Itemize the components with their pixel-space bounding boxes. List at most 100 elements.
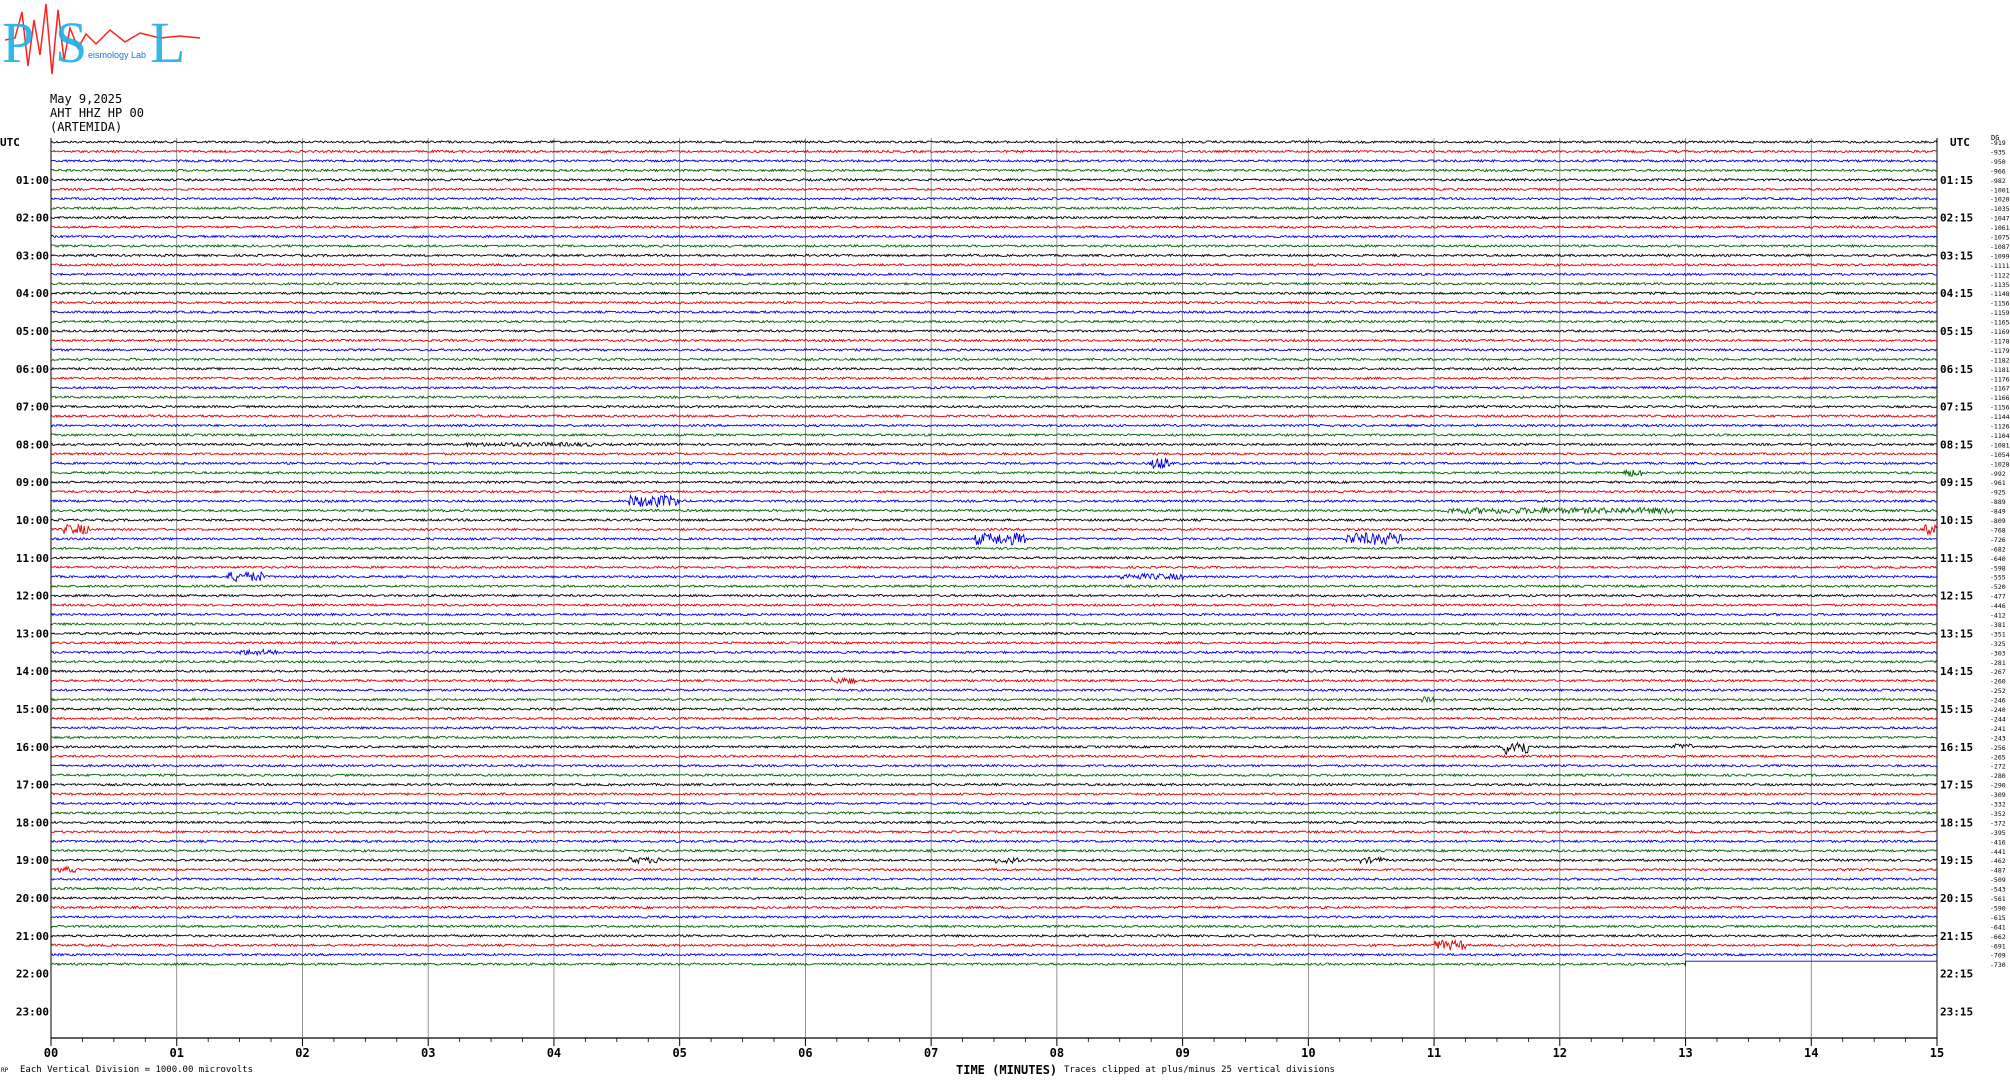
footer-clip-note: Traces clipped at plus/minus 25 vertical… <box>1064 1065 1335 1075</box>
seismic-trace <box>50 570 1938 583</box>
trace-offset-label: -809 <box>1990 517 2006 525</box>
trace-offset-label: -966 <box>1990 167 2006 175</box>
trace-offset-label: -265 <box>1990 753 2006 761</box>
seismic-trace <box>50 792 1938 797</box>
seismic-trace <box>50 688 1938 693</box>
seismic-trace <box>51 506 1938 515</box>
seismic-trace <box>50 309 1938 315</box>
trace-offset-label: -241 <box>1990 725 2006 733</box>
right-hour-label: 20:15 <box>1940 892 1973 905</box>
left-hour-label: 14:00 <box>16 665 49 678</box>
trace-offset-label: -520 <box>1990 583 2006 591</box>
seismic-trace <box>50 489 1938 494</box>
minute-tick-label: 15 <box>1930 1046 1944 1060</box>
trace-offset-label: -561 <box>1990 895 2006 903</box>
trace-offset-label: -272 <box>1990 763 2006 771</box>
seismic-trace <box>50 291 1938 296</box>
trace-offset-label: -509 <box>1990 876 2006 884</box>
trace-offset-label: -372 <box>1990 819 2006 827</box>
trace-offset-label: -1001 <box>1990 186 2010 194</box>
left-hour-label: 06:00 <box>16 363 49 376</box>
trace-offset-label: -462 <box>1990 857 2006 865</box>
trace-offset-label: -889 <box>1990 498 2006 506</box>
seismic-trace <box>50 676 1938 685</box>
trace-offset-label: -1135 <box>1990 281 2010 289</box>
trace-offset-label: -290 <box>1990 782 2006 790</box>
trace-offset-label: -682 <box>1990 545 2006 553</box>
right-hour-label: 21:15 <box>1940 930 1973 943</box>
seismic-trace <box>50 716 1938 721</box>
trace-offset-label: -244 <box>1990 715 2006 723</box>
left-hour-label: 22:00 <box>16 968 49 981</box>
minute-tick-label: 13 <box>1678 1046 1692 1060</box>
seismic-trace <box>50 810 1938 815</box>
right-hour-label: 07:15 <box>1940 401 1973 414</box>
seismic-trace <box>50 886 1938 891</box>
x-axis-label: TIME (MINUTES) <box>956 1063 1058 1077</box>
trace-offset-label: -260 <box>1990 678 2006 686</box>
minute-tick-label: 09 <box>1175 1046 1189 1060</box>
trace-offset-label: -925 <box>1990 489 2006 497</box>
trace-offset-label: -590 <box>1990 904 2006 912</box>
trace-offset-label: -1054 <box>1990 451 2010 459</box>
seismic-trace <box>50 914 1938 919</box>
seismic-trace <box>50 631 1938 636</box>
seismic-trace <box>50 158 1938 163</box>
left-hour-label: 19:00 <box>16 854 49 867</box>
trace-offset-label: -543 <box>1990 886 2006 894</box>
seismic-trace <box>50 347 1938 353</box>
seismic-trace <box>50 319 1938 324</box>
trace-offset-label: -640 <box>1990 555 2006 563</box>
trace-offset-label: -1148 <box>1990 290 2010 298</box>
seismic-trace <box>50 366 1938 371</box>
seismic-trace <box>50 602 1938 608</box>
seismic-trace <box>50 584 1938 589</box>
right-hour-label: 16:15 <box>1940 741 1973 754</box>
left-hour-label: 10:00 <box>16 514 49 527</box>
minute-tick-label: 12 <box>1553 1046 1567 1060</box>
trace-offset-label: -1126 <box>1990 423 2010 431</box>
trace-offset-label: -961 <box>1990 479 2006 487</box>
seismic-trace <box>50 555 1938 560</box>
seismic-trace <box>50 376 1937 381</box>
trace-offset-label: -303 <box>1990 649 2006 657</box>
right-hour-label: 19:15 <box>1940 854 1973 867</box>
trace-offset-label: -919 <box>1990 139 2006 147</box>
seismic-trace <box>50 640 1938 645</box>
seismic-trace <box>50 763 1938 768</box>
seismic-trace <box>50 741 1938 756</box>
left-hour-label: 05:00 <box>16 325 49 338</box>
seismic-trace <box>50 234 1938 239</box>
minute-tick-label: 14 <box>1804 1046 1818 1060</box>
chart-grid <box>50 138 1938 1046</box>
trace-offset-label: -325 <box>1990 640 2006 648</box>
trace-offset-label: -598 <box>1990 564 2006 572</box>
trace-offset-label: -1122 <box>1990 271 2010 279</box>
right-hour-label: 04:15 <box>1940 287 1973 300</box>
seismic-trace <box>50 855 1938 865</box>
trace-offset-label: -332 <box>1990 801 2006 809</box>
right-utc-title: UTC <box>1950 136 1970 149</box>
seismic-trace <box>50 493 1938 508</box>
seismic-trace <box>50 457 1938 469</box>
seismic-trace <box>50 820 1938 825</box>
seismic-trace <box>50 253 1938 258</box>
trace-offset-label: -1087 <box>1990 243 2010 251</box>
trace-offset-label: -487 <box>1990 867 2006 875</box>
seismic-trace <box>50 848 1938 853</box>
seismic-trace <box>50 328 1938 334</box>
trace-offset-label: -691 <box>1990 942 2006 950</box>
left-hour-label: 08:00 <box>16 438 49 451</box>
trace-offset-label: -352 <box>1990 810 2006 818</box>
trace-offset-label: -849 <box>1990 508 2006 516</box>
trace-offset-label: -446 <box>1990 602 2006 610</box>
seismic-trace <box>50 281 1938 286</box>
left-utc-title: UTC <box>0 136 20 149</box>
seismic-trace <box>50 924 1938 929</box>
right-hour-label: 05:15 <box>1940 325 1973 338</box>
seismic-trace <box>50 938 1938 951</box>
seismic-trace <box>50 933 1938 938</box>
helicorder-chart: 00 01 02 03 04 05 06 07 08 09 10 11 12 13 14 15UTC UTC DG… <box>0 134 2010 1060</box>
left-hour-label: 21:00 <box>16 930 49 943</box>
seismic-trace <box>50 272 1938 277</box>
